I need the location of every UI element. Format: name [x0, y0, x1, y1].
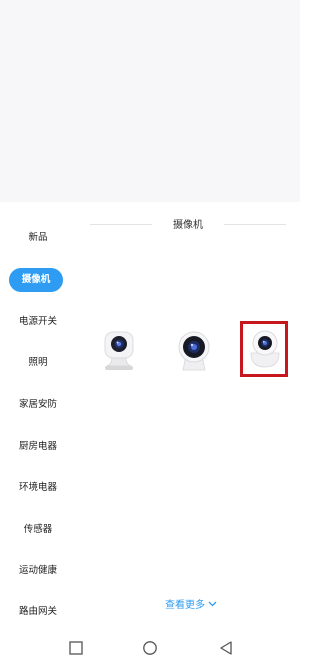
title-divider-right: [224, 224, 286, 225]
category-sheet: 新品 摄像机 电源开关 照明 家居安防 厨房电器 环境电器 传感器 运动健康 路…: [0, 202, 300, 628]
highlight-box: [240, 321, 288, 377]
sidebar-item-home-security[interactable]: 家居安防: [0, 393, 76, 417]
recent-apps-icon[interactable]: [68, 640, 84, 656]
sidebar-item-power-switch[interactable]: 电源开关: [0, 310, 76, 334]
category-sidebar: 新品 摄像机 电源开关 照明 家居安防 厨房电器 环境电器 传感器 运动健康 路…: [0, 202, 76, 628]
see-more-label: 查看更多: [165, 600, 205, 611]
sidebar-item-sports-health[interactable]: 运动健康: [0, 559, 76, 583]
chevron-down-icon: [208, 601, 217, 606]
sidebar-item-router-gateway[interactable]: 路由网关: [0, 600, 76, 624]
product-square-camera[interactable]: [96, 326, 148, 378]
system-navigation-bar: [0, 628, 300, 666]
sidebar-item-environment-appliances[interactable]: 环境电器: [0, 476, 76, 500]
sidebar-item-sensor[interactable]: 传感器: [0, 518, 76, 542]
home-icon[interactable]: [142, 640, 158, 656]
sidebar-item-kitchen-appliances[interactable]: 厨房电器: [0, 435, 76, 459]
round-camera-icon: [178, 331, 210, 371]
sidebar-item-new[interactable]: 新品: [0, 226, 76, 250]
product-panel: 摄像机 查看更多: [76, 202, 300, 628]
see-more-link[interactable]: 查看更多: [156, 596, 226, 611]
back-icon[interactable]: [218, 640, 234, 656]
sidebar-item-lighting[interactable]: 照明: [0, 351, 76, 375]
product-round-camera[interactable]: [168, 326, 220, 378]
square-camera-icon: [104, 331, 134, 370]
background-area[interactable]: [0, 0, 300, 202]
sidebar-item-camera[interactable]: 摄像机: [9, 268, 63, 292]
